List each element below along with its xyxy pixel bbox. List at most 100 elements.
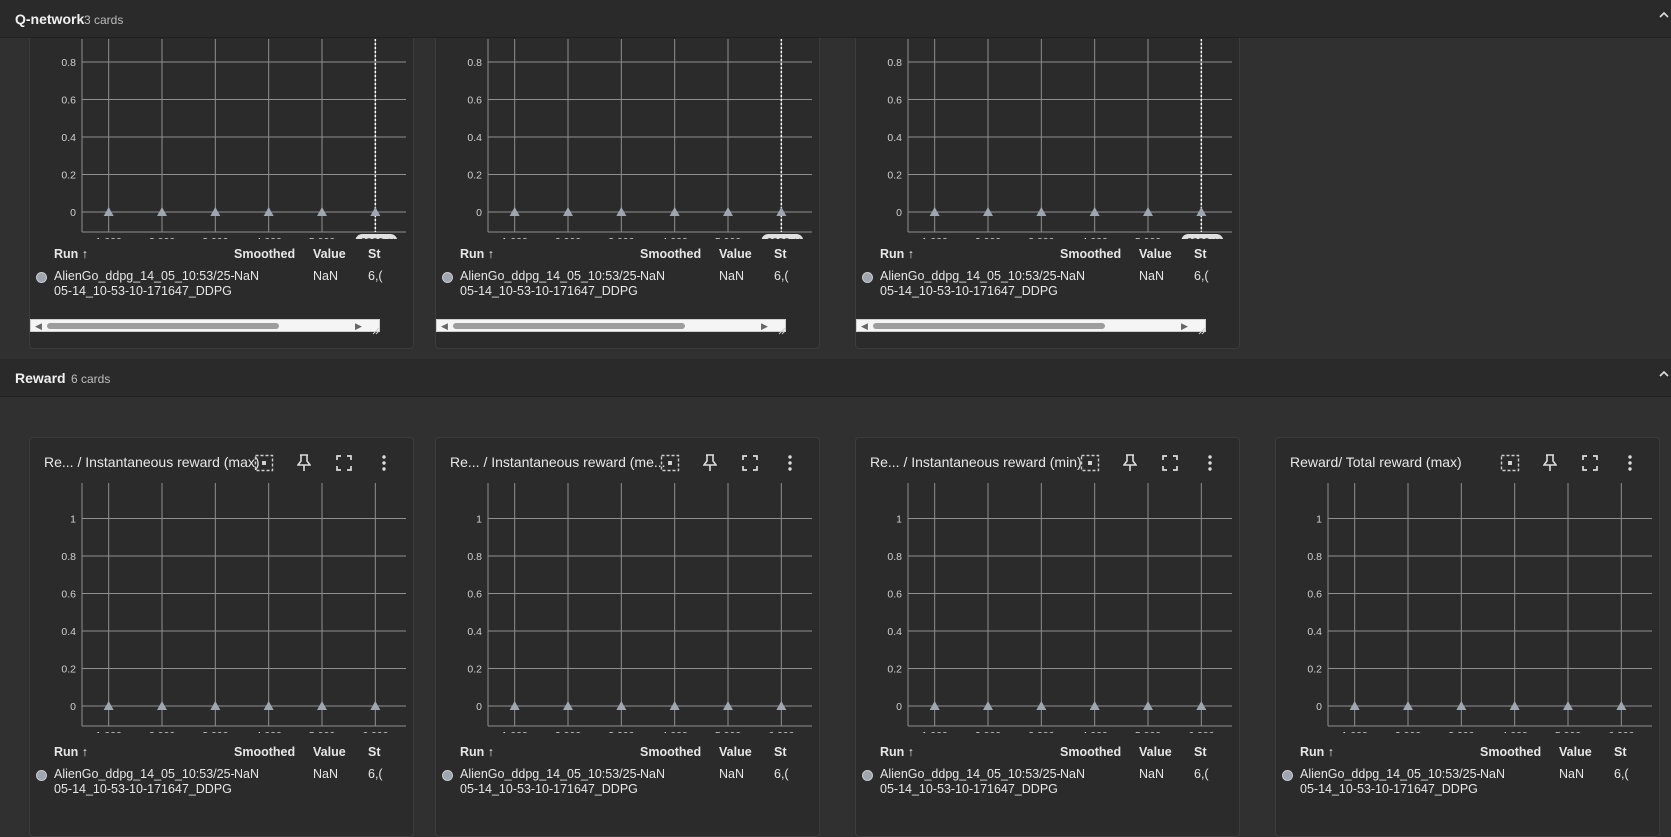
table-header-value[interactable]: Value (1139, 745, 1172, 759)
scrollbar-thumb[interactable] (47, 323, 279, 329)
table-header-run[interactable]: Run ↑ (880, 745, 914, 759)
scroll-right-icon[interactable]: ▶ (761, 321, 768, 332)
horizontal-scrollbar[interactable]: ◀ ▶ (856, 319, 1206, 332)
table-cell-value: NaN (313, 767, 339, 781)
fit-domain-button[interactable] (1498, 452, 1522, 474)
y-tick-label: 0 (896, 701, 902, 713)
horizontal-scrollbar[interactable]: ◀ ▶ (436, 319, 786, 332)
x-tick-label: 3,000 (202, 730, 228, 733)
run-color-dot[interactable] (36, 272, 47, 283)
more-vert-button[interactable] (778, 452, 802, 474)
more-vert-button[interactable] (1198, 452, 1222, 474)
scroll-right-icon[interactable]: ▶ (355, 321, 362, 332)
table-header-step[interactable]: St (1194, 247, 1207, 261)
table-header-smoothed[interactable]: Smoothed (1480, 745, 1541, 759)
y-tick-label: 0.6 (467, 589, 482, 601)
chart-svg: 0 0.2 0.4 0.6 0.8 1,000 2,000 3,000 4,000 5,000 60… (467, 39, 812, 239)
run-color-dot[interactable] (1282, 770, 1293, 781)
table-header-smoothed[interactable]: Smoothed (640, 745, 701, 759)
table-header-value[interactable]: Value (313, 745, 346, 759)
line-chart[interactable]: 0 0.2 0.4 0.6 0.8 1 1,000 2,000 3,000 4,000 5,000 6… (436, 483, 819, 733)
table-header-run[interactable]: Run ↑ (460, 745, 494, 759)
table-header-run[interactable]: Run ↑ (460, 247, 494, 261)
table-header-run[interactable]: Run ↑ (1300, 745, 1334, 759)
table-header-smoothed[interactable]: Smoothed (234, 745, 295, 759)
table-header-value[interactable]: Value (719, 247, 752, 261)
table-header-run[interactable]: Run ↑ (54, 247, 88, 261)
x-tick-label: 4,000 (256, 236, 282, 239)
line-chart[interactable]: 0 0.2 0.4 0.6 0.8 1 1,000 2,000 3,000 4,000 5,000 6… (1276, 483, 1659, 733)
line-chart[interactable]: 0 0.2 0.4 0.6 0.8 1 1,000 2,000 3,000 4,000 5,000 6… (856, 483, 1239, 733)
table-header-step[interactable]: St (368, 745, 381, 759)
table-header-step[interactable]: St (1614, 745, 1627, 759)
run-color-dot[interactable] (442, 272, 453, 283)
chevron-up-icon[interactable] (1657, 367, 1671, 381)
scroll-left-icon[interactable]: ◀ (441, 321, 448, 332)
run-name: AlienGo_ddpg_14_05_10:53/25-05-14_10-53-… (54, 767, 235, 796)
table-header-value[interactable]: Value (1139, 247, 1172, 261)
fullscreen-button[interactable] (332, 452, 356, 474)
run-color-dot[interactable] (862, 272, 873, 283)
fit-domain-button[interactable] (1078, 452, 1102, 474)
fit-domain-button[interactable] (658, 452, 682, 474)
chevron-up-icon[interactable] (1657, 8, 1671, 22)
table-header-step[interactable]: St (1194, 745, 1207, 759)
fullscreen-icon (1162, 455, 1178, 471)
run-color-dot[interactable] (36, 770, 47, 781)
run-name: AlienGo_ddpg_14_05_10:53/25-05-14_10-53-… (54, 269, 235, 298)
table-header-smoothed[interactable]: Smoothed (234, 247, 295, 261)
scroll-left-icon[interactable]: ◀ (861, 321, 868, 332)
table-header-run[interactable]: Run ↑ (54, 745, 88, 759)
group-header-reward[interactable]: Reward 6 cards (0, 359, 1671, 397)
table-header-value[interactable]: Value (313, 247, 346, 261)
pin-button[interactable] (698, 452, 722, 474)
fullscreen-button[interactable] (1158, 452, 1182, 474)
fit-domain-button[interactable] (252, 452, 276, 474)
group-header-q-network[interactable]: Q-network 3 cards (0, 0, 1671, 38)
fullscreen-button[interactable] (738, 452, 762, 474)
more-vert-button[interactable] (372, 452, 396, 474)
pin-button[interactable] (1538, 452, 1562, 474)
table-cell-value: NaN (1559, 767, 1585, 781)
resize-grip-icon[interactable] (1198, 322, 1206, 335)
table-header-value[interactable]: Value (1559, 745, 1592, 759)
table-header-step[interactable]: St (774, 745, 787, 759)
y-tick-label: 0.4 (1307, 626, 1322, 638)
x-tick-label: 5,000 (309, 730, 335, 733)
table-header-smoothed[interactable]: Smoothed (1060, 745, 1121, 759)
more-vert-icon (1627, 455, 1633, 471)
y-tick-label: 0 (476, 701, 482, 713)
y-tick-label: 1 (1316, 514, 1322, 526)
y-tick-label: 0.6 (887, 95, 902, 107)
table-header-smoothed[interactable]: Smoothed (1060, 247, 1121, 261)
table-cell-step: 6,( (368, 269, 383, 283)
line-chart[interactable]: 0 0.2 0.4 0.6 0.8 1 1,000 2,000 3,000 4,000 5,000 6… (30, 483, 413, 733)
table-header-smoothed[interactable]: Smoothed (640, 247, 701, 261)
scrollbar-thumb[interactable] (873, 323, 1105, 329)
table-header-run[interactable]: Run ↑ (880, 247, 914, 261)
more-vert-button[interactable] (1618, 452, 1642, 474)
pin-button[interactable] (1118, 452, 1142, 474)
group-title: Reward (15, 370, 66, 386)
scrollbar-thumb[interactable] (453, 323, 685, 329)
x-tick-label: 2,000 (555, 730, 581, 733)
line-chart[interactable]: 0 0.2 0.4 0.6 0.8 1,000 2,000 3,000 4,000 5,000 60… (30, 39, 413, 239)
y-tick-label: 1 (70, 514, 76, 526)
scroll-left-icon[interactable]: ◀ (35, 321, 42, 332)
line-chart[interactable]: 0 0.2 0.4 0.6 0.8 1,000 2,000 3,000 4,000 5,000 60… (436, 39, 819, 239)
x-tick-label: 4,000 (256, 730, 282, 733)
fullscreen-button[interactable] (1578, 452, 1602, 474)
x-tick-label: 4,000 (1082, 236, 1108, 239)
run-color-dot[interactable] (862, 770, 873, 781)
run-color-dot[interactable] (442, 770, 453, 781)
table-header-step[interactable]: St (774, 247, 787, 261)
scroll-right-icon[interactable]: ▶ (1181, 321, 1188, 332)
step-cursor-label: 6000 (1186, 236, 1210, 239)
line-chart[interactable]: 0 0.2 0.4 0.6 0.8 1,000 2,000 3,000 4,000 5,000 60… (856, 39, 1239, 239)
horizontal-scrollbar[interactable]: ◀ ▶ (30, 319, 380, 332)
resize-grip-icon[interactable] (372, 322, 380, 335)
table-header-value[interactable]: Value (719, 745, 752, 759)
table-header-step[interactable]: St (368, 247, 381, 261)
resize-grip-icon[interactable] (778, 322, 786, 335)
pin-button[interactable] (292, 452, 316, 474)
